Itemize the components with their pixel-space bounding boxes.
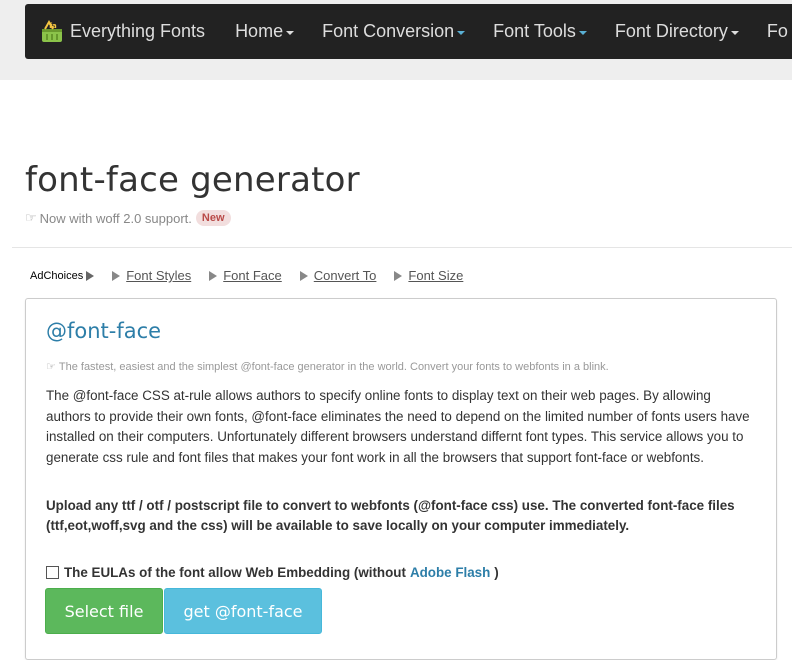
ad-link-label: Convert To [313,268,377,283]
nav-font-directory[interactable]: Font Directory [601,21,753,42]
ad-link-font-face[interactable]: Font Face [209,268,282,283]
brand[interactable]: fa Everything Fonts [40,19,206,44]
ad-links-bar: AdChoices Font Styles Font Face Convert … [30,268,481,283]
font-face-panel: @font-face ☞ The fastest, easiest and th… [25,298,777,660]
pointing-hand-icon: ☞ [46,361,56,373]
caret-down-icon [578,31,587,35]
nav-font-tools[interactable]: Font Tools [479,21,601,42]
select-file-button[interactable]: Select file [45,588,163,634]
get-font-face-button[interactable]: get @font-face [164,588,322,634]
page-title: font-face generator [25,160,360,200]
nav-font-conversion[interactable]: Font Conversion [308,21,479,42]
subtitle-text: Now with woff 2.0 support. [39,210,192,226]
nav-more[interactable]: Fo [753,21,792,42]
adchoices-label: AdChoices [30,269,84,282]
eula-checkbox[interactable] [46,566,59,579]
play-arrow-icon [112,270,121,281]
divider [12,247,792,248]
play-arrow-icon [299,270,308,281]
eula-suffix: ) [494,565,499,580]
subtitle-line: ☞ Now with woff 2.0 support. New [25,210,231,226]
caret-down-icon [457,31,466,35]
pointing-hand-icon: ☞ [25,210,37,225]
play-arrow-icon [394,270,403,281]
nav-font-tools-label: Font Tools [493,21,576,41]
nav-font-directory-label: Font Directory [614,21,728,41]
svg-text:fa: fa [49,22,57,30]
navbar: fa Everything Fonts Home Font Conversion… [25,4,792,59]
panel-heading: @font-face [46,319,162,343]
nav-home[interactable]: Home [221,21,308,42]
ad-link-label: Font Size [408,268,464,283]
adchoices-icon [86,270,95,281]
panel-description: The @font-face CSS at-rule allows author… [46,388,750,465]
ad-link-label: Font Face [223,268,282,283]
new-badge: New [195,210,231,226]
ad-link-convert-to[interactable]: Convert To [299,268,377,283]
panel-tagline: ☞ The fastest, easiest and the simplest … [46,360,609,374]
tagline-text: The fastest, easiest and the simplest @f… [58,360,609,373]
eula-label: The EULAs of the font allow Web Embeddin… [64,565,406,580]
eula-checkbox-row: The EULAs of the font allow Web Embeddin… [46,565,499,580]
ad-link-font-styles[interactable]: Font Styles [112,268,191,283]
play-arrow-icon [209,270,218,281]
adchoices[interactable]: AdChoices [30,269,95,282]
ad-link-label: Font Styles [126,268,192,283]
nav-more-label: Fo [766,21,788,41]
nav-font-conversion-label: Font Conversion [322,21,455,41]
ad-link-font-size[interactable]: Font Size [394,268,463,283]
brand-name: Everything Fonts [70,21,206,41]
upload-note: Upload any ttf / otf / postscript file t… [46,498,735,533]
nav-home-label: Home [235,21,284,41]
adobe-flash-link[interactable]: Adobe Flash [410,565,490,580]
caret-down-icon [730,31,739,35]
caret-down-icon [286,31,295,35]
font-basket-logo-icon: fa [42,19,62,42]
